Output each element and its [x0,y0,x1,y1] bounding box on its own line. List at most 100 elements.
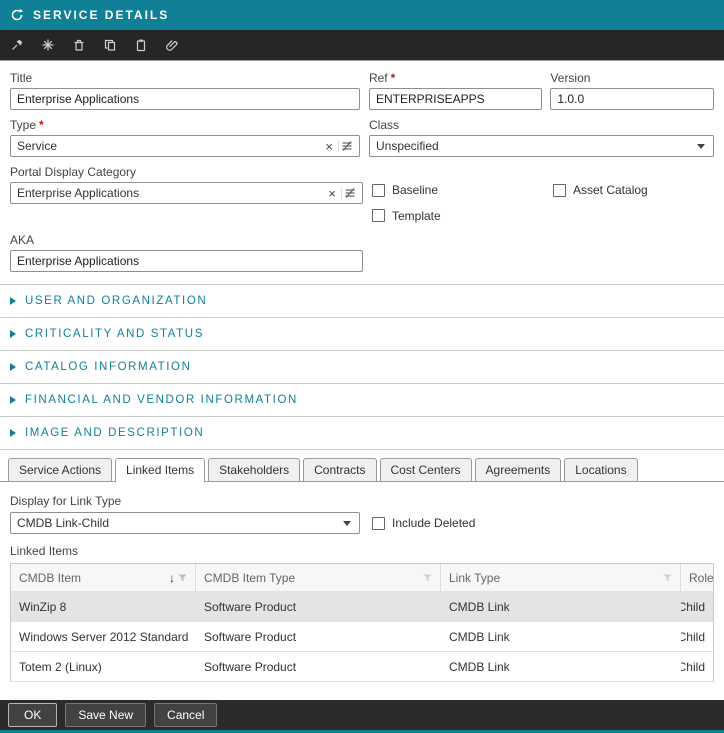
type-combo[interactable]: Service × [10,135,360,157]
column-header-cmdb-item[interactable]: CMDB Item ↓ [11,564,196,591]
version-field-group: Version [550,71,714,110]
service-details-form: Title Ref* Version Type* Service × [0,61,724,272]
copy-icon[interactable] [102,37,118,53]
tab-service-actions[interactable]: Service Actions [8,458,112,481]
role-cell: Child [681,622,713,651]
ref-input[interactable] [369,88,542,110]
column-header-role[interactable]: Role [681,564,713,591]
portal-display-category-combo[interactable]: Enterprise Applications × [10,182,363,204]
class-label: Class [369,118,714,132]
column-header-link-type[interactable]: Link Type [441,564,681,591]
type-field-group: Type* Service × [10,118,360,157]
refresh-icon[interactable] [10,8,24,22]
save-new-button[interactable]: Save New [65,703,146,727]
section-financial-and-vendor-information[interactable]: FINANCIAL AND VENDOR INFORMATION [0,384,724,417]
cmdb-item-type-cell: Software Product [196,592,441,621]
checkbox-box [372,184,385,197]
link-type-select[interactable]: CMDB Link-Child [10,512,360,534]
link-type-value: CMDB Link-Child [17,516,109,530]
table-row[interactable]: WinZip 8 Software Product CMDB Link Chil… [11,592,713,622]
link-type-field-group: Display for Link Type CMDB Link-Child [10,494,360,534]
role-cell: Child [681,592,713,621]
tab-agreements[interactable]: Agreements [475,458,562,481]
snowflake-icon[interactable] [40,37,56,53]
type-label: Type [10,118,36,132]
asset-catalog-checkbox[interactable]: Asset Catalog [553,183,648,197]
table-header-row: CMDB Item ↓ CMDB Item Type Link Type [11,564,713,592]
section-image-and-description[interactable]: IMAGE AND DESCRIPTION [0,417,724,450]
ok-button[interactable]: OK [8,703,57,727]
link-type-cell: CMDB Link [441,652,681,681]
section-label: FINANCIAL AND VENDOR INFORMATION [25,394,298,406]
portal-display-category-field-group: Portal Display Category Enterprise Appli… [10,165,363,225]
linked-items-list-title: Linked Items [10,544,714,558]
clear-icon[interactable]: × [320,139,338,154]
section-label: IMAGE AND DESCRIPTION [25,427,204,439]
column-header-cmdb-item-type[interactable]: CMDB Item Type [196,564,441,591]
tab-linked-items[interactable]: Linked Items [115,458,205,482]
tab-locations[interactable]: Locations [564,458,637,481]
aka-input[interactable] [10,250,363,272]
page-title: SERVICE DETAILS [33,8,169,22]
cmdb-item-cell: Windows Server 2012 Standard [11,622,196,651]
paste-icon[interactable] [133,37,149,53]
title-input[interactable] [10,88,360,110]
aka-label: AKA [10,233,363,247]
browse-icon[interactable] [338,140,359,152]
section-catalog-information[interactable]: CATALOG INFORMATION [0,351,724,384]
baseline-checkbox[interactable]: Baseline [372,183,438,197]
delete-icon[interactable] [71,37,87,53]
template-checkbox[interactable]: Template [372,209,441,223]
filter-icon[interactable] [423,574,432,582]
baseline-label: Baseline [392,183,438,197]
section-user-and-organization[interactable]: USER AND ORGANIZATION [0,285,724,318]
type-value: Service [11,139,320,153]
class-field-group: Class Unspecified [369,118,714,157]
required-mark: * [39,118,44,132]
asset-catalog-label: Asset Catalog [573,183,648,197]
section-label: CRITICALITY AND STATUS [25,328,204,340]
include-deleted-label: Include Deleted [392,516,475,530]
tab-stakeholders[interactable]: Stakeholders [208,458,300,481]
include-deleted-checkbox[interactable]: Include Deleted [372,516,475,530]
window-titlebar: SERVICE DETAILS [0,0,724,30]
attachment-icon[interactable] [164,37,180,53]
link-type-cell: CMDB Link [441,622,681,651]
table-row[interactable]: Windows Server 2012 Standard Software Pr… [11,622,713,652]
chevron-down-icon [343,521,351,526]
sort-descending-icon[interactable]: ↓ [169,571,175,585]
linked-items-table: CMDB Item ↓ CMDB Item Type Link Type [10,563,714,682]
collapsible-sections: USER AND ORGANIZATION CRITICALITY AND ST… [0,284,724,450]
tab-cost-centers[interactable]: Cost Centers [380,458,472,481]
flag-checkboxes: Baseline Asset Catalog Template [372,165,714,225]
version-input[interactable] [550,88,714,110]
browse-icon[interactable] [341,187,362,199]
ref-label: Ref [369,71,388,85]
ref-field-group: Ref* [369,71,542,110]
link-type-label: Display for Link Type [10,494,360,508]
cancel-button[interactable]: Cancel [154,703,217,727]
section-criticality-and-status[interactable]: CRITICALITY AND STATUS [0,318,724,351]
link-type-cell: CMDB Link [441,592,681,621]
chevron-down-icon [697,144,705,149]
pin-icon[interactable] [9,37,25,53]
template-label: Template [392,209,441,223]
expand-arrow-icon [10,429,16,437]
toolbar [0,30,724,61]
footer-action-bar: OK Save New Cancel [0,700,724,730]
clear-icon[interactable]: × [323,186,341,201]
aka-field-group: AKA [10,233,363,272]
title-label: Title [10,71,360,85]
class-value: Unspecified [376,139,439,153]
filter-icon[interactable] [663,574,672,582]
tab-strip: Service Actions Linked Items Stakeholder… [0,450,724,482]
tab-contracts[interactable]: Contracts [303,458,376,481]
checkbox-box [553,184,566,197]
cmdb-item-cell: WinZip 8 [11,592,196,621]
table-row[interactable]: Totem 2 (Linux) Software Product CMDB Li… [11,652,713,682]
filter-icon[interactable] [178,574,187,582]
portal-display-category-value: Enterprise Applications [11,186,323,200]
role-cell: Child [681,652,713,681]
class-select[interactable]: Unspecified [369,135,714,157]
expand-arrow-icon [10,396,16,404]
